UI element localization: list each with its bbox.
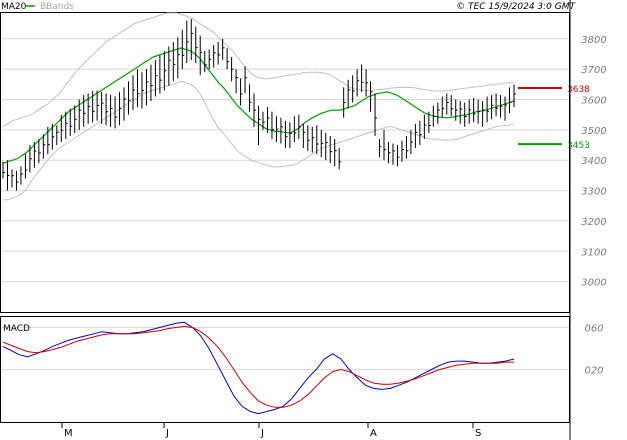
resistance-level-label: 3638: [567, 85, 590, 95]
month-label: J: [165, 428, 169, 439]
price-tick-label: 3100: [581, 247, 606, 258]
month-label: A: [370, 428, 377, 439]
chart-svg: 3638 3453 3000 3100 3200 3300 3400 3500 3600 370…: [0, 0, 607, 440]
macd-axis-labels: 020 060: [584, 324, 603, 377]
price-tick-label: 3300: [581, 187, 606, 198]
macd-tick-label: 060: [584, 324, 603, 335]
time-axis-labels: MJJAS: [61, 423, 481, 439]
price-tick-label: 3600: [581, 96, 606, 107]
macd-tick-label: 020: [584, 366, 603, 377]
price-tick-label: 3400: [581, 156, 606, 167]
chart-stage: 3638 3453 3000 3100 3200 3300 3400 3500 3600 370…: [0, 0, 627, 440]
macd-panel-title: MACD: [3, 324, 30, 334]
price-tick-label: 3800: [581, 35, 606, 46]
price-tick-label: 3000: [581, 278, 606, 289]
price-axis-labels: 3000 3100 3200 3300 3400 3500 3600 3700 3800: [581, 35, 606, 289]
price-tick-label: 3500: [581, 126, 606, 137]
month-label: M: [64, 428, 73, 439]
month-label: S: [475, 428, 481, 439]
copyright-text: © TEC 15/9/2024 3:0 GMT: [456, 2, 576, 12]
support-level-label: 3453: [567, 141, 590, 151]
ma20-legend-label: MA20: [1, 2, 27, 12]
price-panel-frame: [0, 12, 570, 313]
price-tick-label: 3200: [581, 217, 606, 228]
month-label: J: [260, 428, 264, 439]
bbands-legend-label: BBands: [40, 2, 74, 12]
price-tick-label: 3700: [581, 65, 606, 76]
